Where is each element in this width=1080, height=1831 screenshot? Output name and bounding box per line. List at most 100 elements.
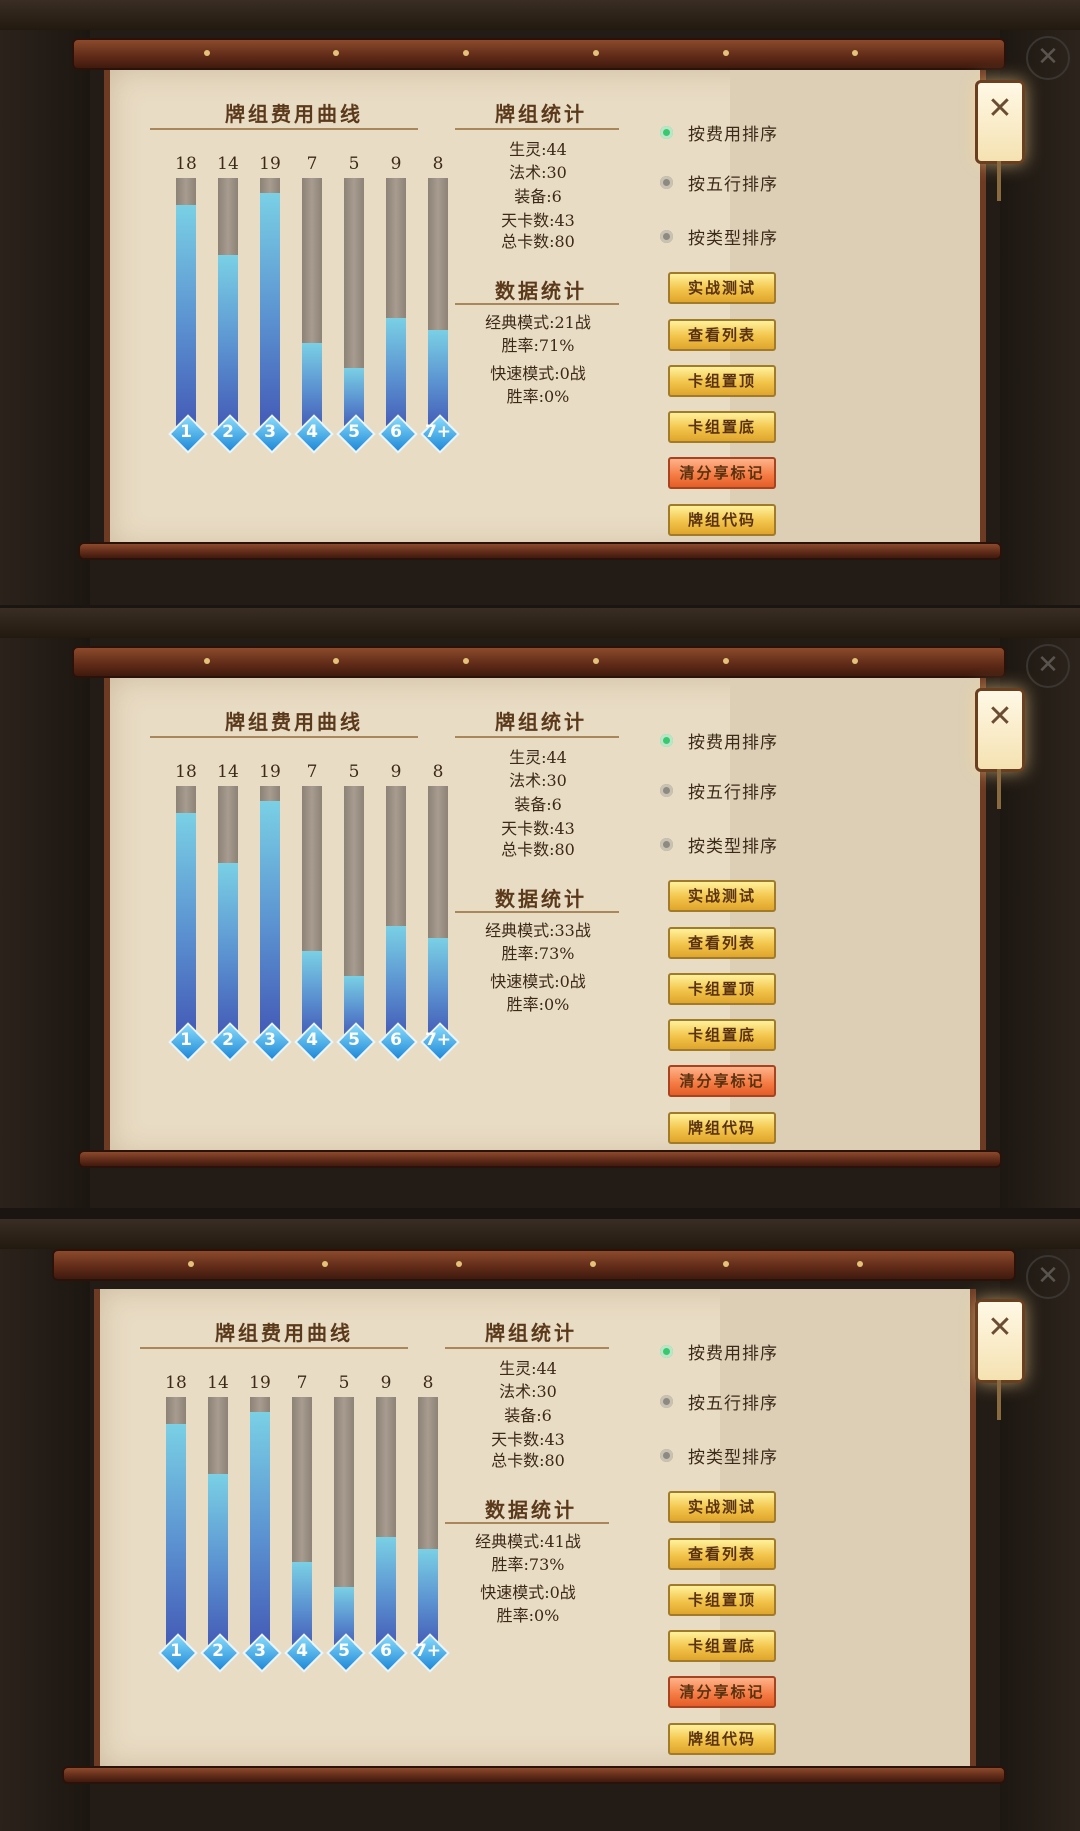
cost-bar-2: 14 2 [210,762,250,1092]
rod-stud [593,50,599,56]
pin-bottom-button[interactable]: 卡组置底 [668,1630,776,1662]
deck-stat-line: 总卡数:80 [501,232,575,251]
cost-bar-5: 55 [336,154,376,484]
clear-share-mark-button[interactable]: 清分享标记 [668,1065,776,1097]
view-list-button[interactable]: 查看列表 [668,927,776,959]
bar-fill [218,255,238,430]
deck-code-button[interactable]: 牌组代码 [668,1723,776,1755]
bar-track [176,178,196,430]
bar-count-label: 9 [390,154,402,174]
diamond-level-icon: 6 [378,414,418,454]
rod-stud [333,50,339,56]
bar-count-label: 19 [259,762,281,782]
clear-share-mark-button[interactable]: 清分享标记 [668,1676,776,1708]
close-icon[interactable]: ✕ [1026,644,1070,688]
level-label: 6 [380,1641,392,1661]
rod-stud [723,50,729,56]
deck-stat-line: 装备:6 [514,187,562,206]
bar-count-label: 14 [217,762,239,782]
pin-bottom-button[interactable]: 卡组置底 [668,411,776,443]
lantern-close-icon: ✕ [987,91,1013,126]
deck-code-button[interactable]: 牌组代码 [668,504,776,536]
bar-count-label: 19 [259,154,281,174]
tassel [997,769,1001,809]
sort-option-label: 按五行排序 [688,1394,778,1414]
clear-share-mark-button[interactable]: 清分享标记 [668,457,776,489]
pin-bottom-button[interactable]: 卡组置底 [668,1019,776,1051]
tassel [997,161,1001,201]
cost-bar-2: 14 2 [210,154,250,484]
diamond-level-icon: 1 [158,1633,198,1673]
lantern-close-button[interactable]: ✕ [975,80,1025,201]
deck-stats-title: 牌组统计 [495,710,587,734]
pin-top-button[interactable]: 卡组置顶 [668,365,776,397]
pin-top-button[interactable]: 卡组置顶 [668,1584,776,1616]
cost-bar-6: 96 [378,762,418,1092]
cost-curve-title: 牌组费用曲线 [215,1321,353,1345]
view-list-button[interactable]: 查看列表 [668,319,776,351]
sort-option-label: 按类型排序 [688,229,778,249]
data-stat-line: 经典模式:33战 [485,921,591,940]
close-icon[interactable]: ✕ [1026,36,1070,80]
level-label: 5 [348,422,360,442]
level-label: 6 [390,422,402,442]
scroll-bottom-rod [62,1766,1006,1784]
deck-stat-line: 法术:30 [509,771,567,790]
pin-top-button[interactable]: 卡组置顶 [668,973,776,1005]
lantern-close-button[interactable]: ✕ [975,1299,1025,1420]
rod-stud [852,50,858,56]
rod-stud [204,658,210,664]
bar-track [302,786,322,1038]
data-stats-title: 数据统计 [495,887,587,911]
rod-stud [322,1261,328,1267]
divider [150,736,418,738]
cost-bar-3: 19 3 [252,762,292,1092]
battle-test-button[interactable]: 实战测试 [668,880,776,912]
deck-stat-line: 装备:6 [504,1406,552,1425]
cost-bar-5: 55 [336,762,376,1092]
bar-track [418,1397,438,1649]
cost-curve-chart: 18 1 14 2 19 3 7 4 5 5 9 6 8 7+ [158,1373,480,1703]
battle-test-button[interactable]: 实战测试 [668,1491,776,1523]
background-tabs [0,1219,1080,1249]
diamond-level-icon: 1 [168,414,208,454]
bar-count-label: 9 [390,762,402,782]
cost-bar-2: 14 2 [200,1373,240,1703]
close-icon[interactable]: ✕ [1026,1255,1070,1299]
lantern-close-button[interactable]: ✕ [975,688,1025,809]
deck-stats-title: 牌组统计 [495,102,587,126]
bar-fill [176,813,196,1038]
battle-test-button[interactable]: 实战测试 [668,272,776,304]
bar-track [218,178,238,430]
radio-dot-icon [660,784,673,797]
bar-count-label: 5 [338,1373,350,1393]
bar-count-label: 18 [175,154,197,174]
deck-code-button[interactable]: 牌组代码 [668,1112,776,1144]
bar-fill [208,1474,228,1649]
radio-dot-icon [660,734,673,747]
divider [140,1347,408,1349]
bar-track [334,1397,354,1649]
bar-count-label: 5 [348,154,360,174]
rod-stud [593,658,599,664]
radio-dot-icon [660,838,673,851]
screenshot-stack: ✕ 牌组费用曲线 18 1 14 2 19 3 7 4 5 5 9 6 8 7+ 牌组统计 生灵:44 法术:30 装… [0,0,1080,1831]
diamond-level-icon: 4 [284,1633,324,1673]
radio-dot-icon [660,1449,673,1462]
diamond-level-icon: 5 [336,1022,376,1062]
data-stat-line: 胜率:0% [506,995,570,1014]
diamond-level-icon: 3 [252,414,292,454]
diamond-level-icon: 5 [326,1633,366,1673]
level-label: 3 [264,1030,276,1050]
deck-stat-line: 生灵:44 [509,140,567,159]
diamond-level-icon: 6 [378,1022,418,1062]
data-stat-line: 快速模式:0战 [490,972,586,991]
level-label: 2 [222,1030,234,1050]
tassel [997,1380,1001,1420]
data-stat-line: 胜率:71% [501,336,575,355]
view-list-button[interactable]: 查看列表 [668,1538,776,1570]
deck-stat-line: 总卡数:80 [491,1451,565,1470]
scroll-top-rod [72,38,1006,70]
level-label: 3 [254,1641,266,1661]
bar-count-label: 18 [165,1373,187,1393]
